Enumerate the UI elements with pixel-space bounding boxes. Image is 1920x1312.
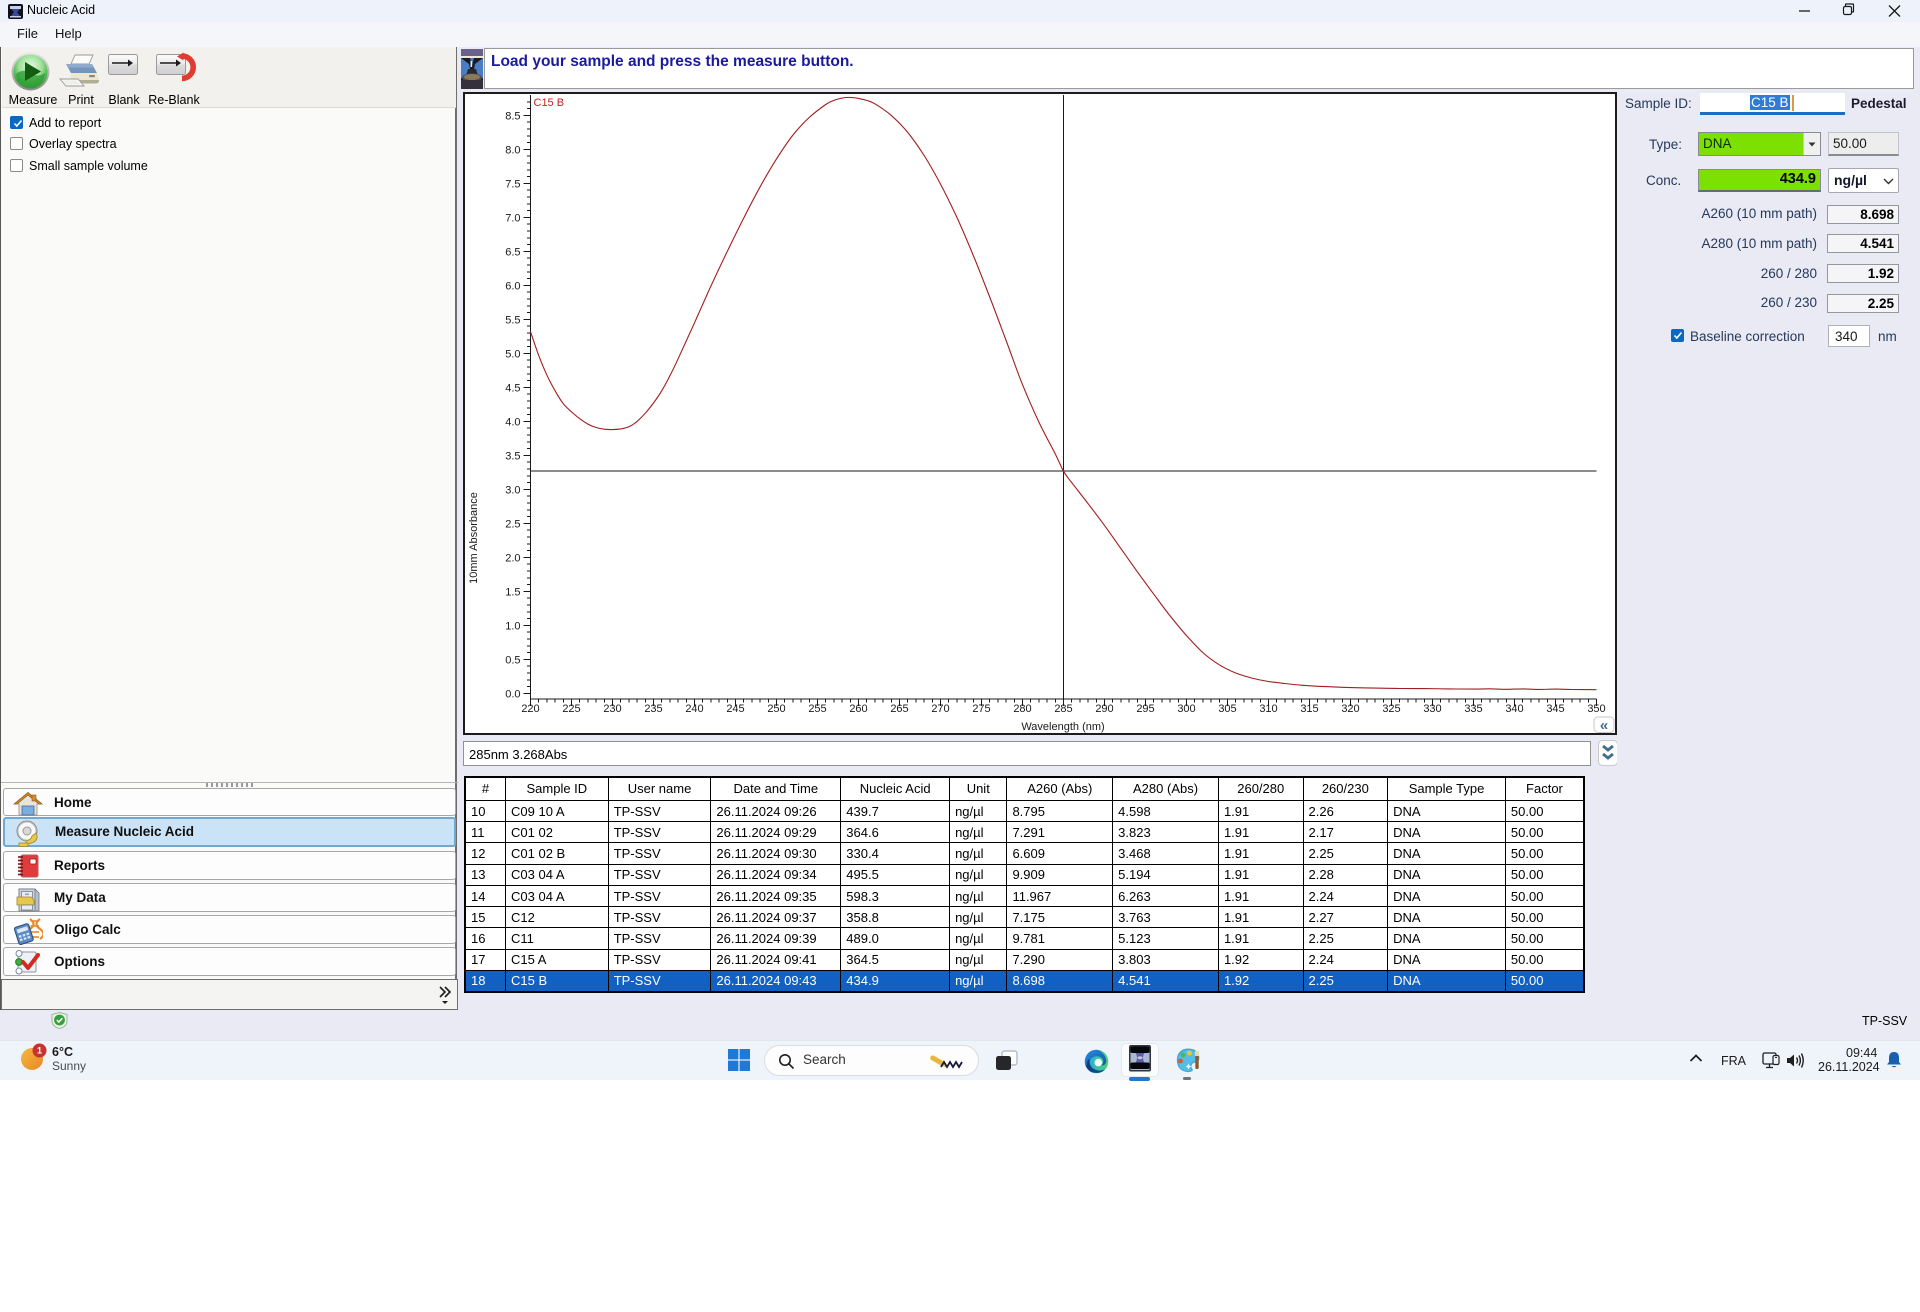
svg-text:285: 285 xyxy=(1054,703,1072,715)
svg-text:7.5: 7.5 xyxy=(505,178,520,190)
svg-text:325: 325 xyxy=(1382,703,1400,715)
svg-text:235: 235 xyxy=(644,703,662,715)
svg-text:300: 300 xyxy=(1177,703,1195,715)
svg-text:5.0: 5.0 xyxy=(505,348,520,360)
svg-text:240: 240 xyxy=(685,703,703,715)
svg-text:265: 265 xyxy=(890,703,908,715)
svg-text:0.5: 0.5 xyxy=(505,654,520,666)
svg-text:10mm Absorbance: 10mm Absorbance xyxy=(468,492,480,584)
svg-text:C15 B: C15 B xyxy=(534,97,565,109)
svg-text:2.0: 2.0 xyxy=(505,552,520,564)
svg-text:310: 310 xyxy=(1259,703,1277,715)
svg-text:340: 340 xyxy=(1505,703,1523,715)
svg-text:245: 245 xyxy=(726,703,744,715)
svg-text:7.0: 7.0 xyxy=(505,212,520,224)
svg-text:220: 220 xyxy=(521,703,539,715)
svg-text:295: 295 xyxy=(1136,703,1154,715)
svg-text:8.0: 8.0 xyxy=(505,144,520,156)
svg-text:260: 260 xyxy=(849,703,867,715)
svg-text:270: 270 xyxy=(931,703,949,715)
svg-text:Wavelength (nm): Wavelength (nm) xyxy=(1021,721,1104,733)
svg-text:315: 315 xyxy=(1300,703,1318,715)
svg-text:335: 335 xyxy=(1464,703,1482,715)
svg-text:250: 250 xyxy=(767,703,785,715)
svg-text:4.0: 4.0 xyxy=(505,416,520,428)
svg-text:8.5: 8.5 xyxy=(505,110,520,122)
svg-text:3.5: 3.5 xyxy=(505,450,520,462)
svg-text:255: 255 xyxy=(808,703,826,715)
svg-text:230: 230 xyxy=(603,703,621,715)
svg-text:1.5: 1.5 xyxy=(505,586,520,598)
svg-text:275: 275 xyxy=(972,703,990,715)
svg-text:345: 345 xyxy=(1546,703,1564,715)
svg-text:320: 320 xyxy=(1341,703,1359,715)
svg-text:350: 350 xyxy=(1587,703,1605,715)
svg-text:1: 1 xyxy=(37,1046,42,1056)
svg-text:6.0: 6.0 xyxy=(505,280,520,292)
svg-text:330: 330 xyxy=(1423,703,1441,715)
svg-text:«: « xyxy=(1600,717,1608,734)
svg-text:2.5: 2.5 xyxy=(505,518,520,530)
svg-text:0.0: 0.0 xyxy=(505,688,520,700)
svg-text:1.0: 1.0 xyxy=(505,620,520,632)
svg-text:3.0: 3.0 xyxy=(505,484,520,496)
svg-text:280: 280 xyxy=(1013,703,1031,715)
svg-text:290: 290 xyxy=(1095,703,1113,715)
svg-text:4.5: 4.5 xyxy=(505,382,520,394)
svg-text:6.5: 6.5 xyxy=(505,246,520,258)
svg-text:5.5: 5.5 xyxy=(505,314,520,326)
svg-text:305: 305 xyxy=(1218,703,1236,715)
svg-text:225: 225 xyxy=(562,703,580,715)
